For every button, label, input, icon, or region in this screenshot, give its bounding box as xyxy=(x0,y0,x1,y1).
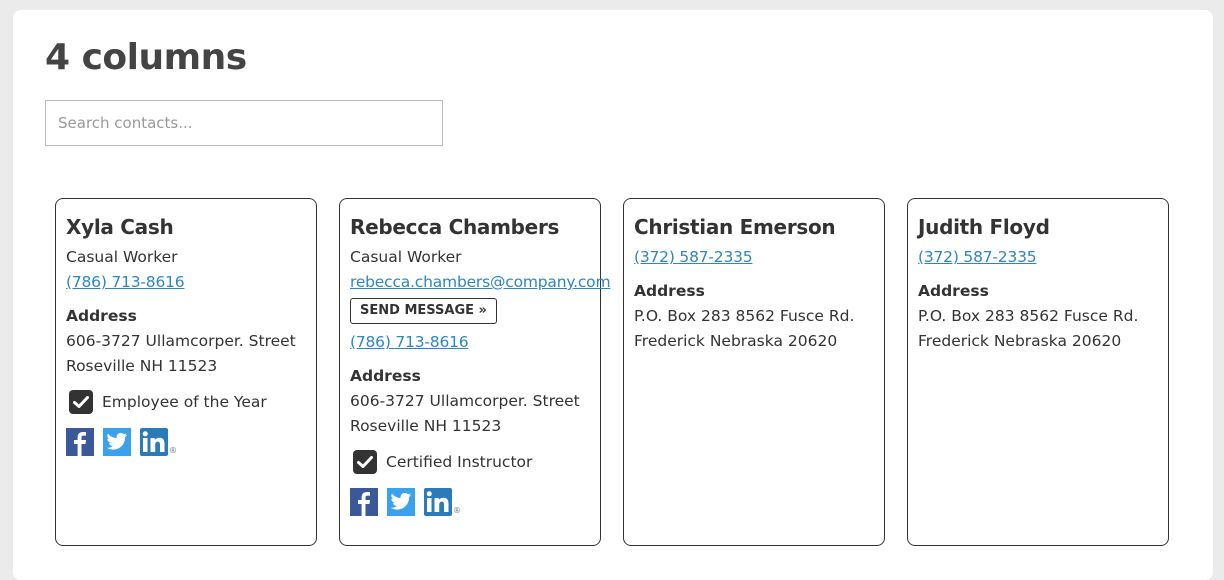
address-line-2: Roseville NH 11523 xyxy=(66,357,218,375)
contact-card: Xyla Cash Casual Worker (786) 713-8616 A… xyxy=(55,198,317,546)
linkedin-registered-mark: ® xyxy=(169,446,177,455)
address-line-1: 606-3727 Ullamcorper. Street xyxy=(350,392,580,410)
contact-role: Casual Worker xyxy=(66,248,178,266)
twitter-icon[interactable] xyxy=(387,488,415,516)
address-label: Address xyxy=(350,367,421,385)
badge: Certified Instructor xyxy=(353,450,590,474)
phone-link[interactable]: (786) 713-8616 xyxy=(350,330,590,355)
checkmark-icon xyxy=(69,390,93,414)
address-line-1: P.O. Box 283 8562 Fusce Rd. xyxy=(918,307,1139,325)
linkedin-registered-mark: ® xyxy=(453,506,461,515)
email-link[interactable]: rebecca.chambers@company.com xyxy=(350,270,611,295)
linkedin-icon[interactable] xyxy=(140,428,168,456)
contact-card: Christian Emerson (372) 587-2335 Address… xyxy=(623,198,885,546)
address-line-1: 606-3727 Ullamcorper. Street xyxy=(66,332,296,350)
checkmark-icon xyxy=(353,450,377,474)
send-message-button[interactable]: SEND MESSAGE » xyxy=(350,298,497,324)
social-links: ® xyxy=(66,428,306,456)
social-links: ® xyxy=(350,488,590,516)
twitter-icon[interactable] xyxy=(103,428,131,456)
linkedin-icon[interactable] xyxy=(424,488,452,516)
address-line-2: Roseville NH 11523 xyxy=(350,417,502,435)
facebook-icon[interactable] xyxy=(66,428,94,456)
content-panel: 4 columns Xyla Cash Casual Worker (786) … xyxy=(13,10,1213,580)
page-title: 4 columns xyxy=(45,37,247,78)
contact-name: Rebecca Chambers xyxy=(350,215,560,239)
badge-label: Employee of the Year xyxy=(102,393,267,411)
phone-link[interactable]: (786) 713-8616 xyxy=(66,270,306,295)
phone-link[interactable]: (372) 587-2335 xyxy=(634,245,874,270)
contact-card: Rebecca Chambers Casual Worker rebecca.c… xyxy=(339,198,611,546)
address-label: Address xyxy=(918,282,989,300)
contact-name: Xyla Cash xyxy=(66,215,174,239)
facebook-icon[interactable] xyxy=(350,488,378,516)
address-line-2: Frederick Nebraska 20620 xyxy=(918,332,1122,350)
address-label: Address xyxy=(66,307,137,325)
contact-card: Judith Floyd (372) 587-2335 Address P.O.… xyxy=(907,198,1169,546)
contact-name: Christian Emerson xyxy=(634,215,836,239)
phone-link[interactable]: (372) 587-2335 xyxy=(918,245,1158,270)
contact-role: Casual Worker xyxy=(350,248,462,266)
contact-name: Judith Floyd xyxy=(918,215,1050,239)
address-label: Address xyxy=(634,282,705,300)
badge-label: Certified Instructor xyxy=(386,453,533,471)
address-line-1: P.O. Box 283 8562 Fusce Rd. xyxy=(634,307,855,325)
address-line-2: Frederick Nebraska 20620 xyxy=(634,332,838,350)
search-input[interactable] xyxy=(45,100,443,146)
badge: Employee of the Year xyxy=(69,390,306,414)
